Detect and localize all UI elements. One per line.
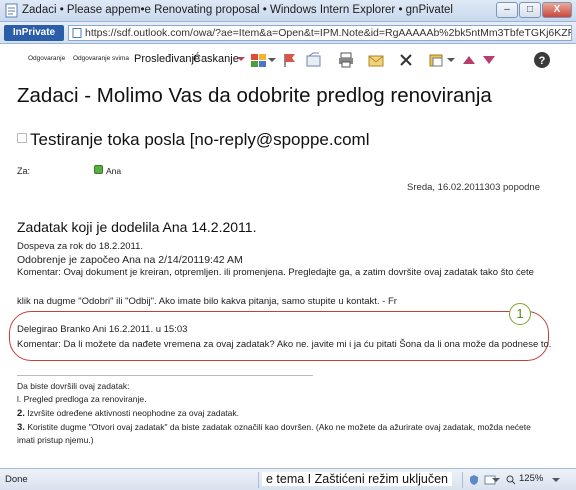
step-3-number: 3. <box>17 422 25 433</box>
flag-icon[interactable] <box>281 51 299 69</box>
sender-checkbox <box>17 133 27 143</box>
message-subject: Zadaci - Molimo Vas da odobrite predlog … <box>17 84 492 107</box>
started-line: Odobrenje je započeo Ana na 2/14/20119:4… <box>17 254 243 266</box>
to-recipient[interactable]: Ana <box>106 166 121 176</box>
svg-text:?: ? <box>539 55 546 67</box>
print-icon[interactable] <box>337 51 355 69</box>
previous-item-icon[interactable] <box>462 54 476 66</box>
step-2: 2. Izvršite određene aktivnosti neophodn… <box>17 408 239 419</box>
step-3-cont: imati pristup njemu.) <box>17 435 94 445</box>
step-3: 3. Koristite dugme "Otvori ovaj zadatak"… <box>17 422 531 433</box>
maximize-button[interactable]: □ <box>519 2 541 18</box>
step-2-number: 2. <box>17 408 25 419</box>
to-label: Za: <box>17 166 31 176</box>
status-bar: Done e tema I Zaštićeni režim uključen 1… <box>0 468 576 490</box>
delegation-comment-line: Komentar: Da li možete da nađete vremena… <box>17 339 552 350</box>
url-text: https://sdf.outlook.com/owa/?ae=Item&a=O… <box>85 27 572 39</box>
status-done-text: Done <box>5 474 28 485</box>
callout-highlight <box>9 311 549 361</box>
delegated-line: Delegirao Branko Ani 16.2.2011. u 15:03 <box>17 324 188 335</box>
step-1: l. Pregled predloga za renoviranje. <box>17 394 147 404</box>
move-to-folder-icon[interactable] <box>428 51 446 69</box>
close-button[interactable]: X <box>542 2 572 18</box>
categories-icon[interactable] <box>250 51 268 69</box>
zoom-icon[interactable] <box>506 475 516 485</box>
protected-mode-icon[interactable] <box>468 474 480 486</box>
unread-icon[interactable] <box>367 51 385 69</box>
steps-intro: Da biste dovršili ovaj zadatak: <box>17 381 130 391</box>
ie-page-icon <box>5 3 18 18</box>
task-title: Zadatak koji je dodelila Ana 14.2.2011. <box>17 219 257 235</box>
url-field[interactable]: https://sdf.outlook.com/owa/?ae=Item&a=O… <box>68 25 572 41</box>
zoom-level[interactable]: 125% <box>519 473 543 484</box>
due-date-line: Dospeva za rok do 18.2.2011. <box>17 241 144 252</box>
step-2-text: Izvršite određene aktivnosti neophodne z… <box>27 408 240 418</box>
dropdown-arrow-icon[interactable] <box>492 476 500 484</box>
window-title: Zadaci • Please appem•e Renovating propo… <box>22 4 453 16</box>
title-bar: Zadaci • Please appem•e Renovating propo… <box>0 0 576 22</box>
categories-dropdown-icon[interactable] <box>268 56 276 64</box>
minimize-button[interactable]: – <box>496 2 518 18</box>
step-3-text: Koristite dugme "Otvori ovaj zadatak" da… <box>27 422 531 432</box>
status-separator <box>462 472 463 488</box>
toolbar: Odgovaranje Odgovaranje svima Prosleđiva… <box>0 44 576 78</box>
next-item-icon[interactable] <box>482 54 496 66</box>
reply-all-button[interactable]: Odgovaranje svima <box>73 55 129 62</box>
message-date: Sreda, 16.02.2011303 popodne <box>407 182 540 193</box>
move-dropdown-icon[interactable] <box>447 56 455 64</box>
delete-icon[interactable] <box>397 51 415 69</box>
zoom-dropdown-icon[interactable] <box>552 476 560 484</box>
comment-line-cont: klik na dugme "Odobri" ili "Odbij". Ako … <box>17 296 397 307</box>
inprivate-badge: InPrivate <box>4 25 64 41</box>
page-icon <box>72 28 82 38</box>
chat-menu-arrow-icon[interactable] <box>236 54 246 64</box>
window-controls: – □ X <box>496 2 572 18</box>
security-zone-text: e tema I Zaštićeni režim uključen <box>262 472 453 486</box>
move-icon[interactable] <box>305 51 323 69</box>
callout-number-badge: 1 <box>509 303 531 325</box>
status-separator <box>258 472 259 488</box>
comment-line: Komentar: Ovaj dokument je kreiran, otpr… <box>17 267 534 278</box>
message-sender: Testiranje toka posla [no-reply@spoppe.c… <box>17 130 370 150</box>
divider <box>17 375 313 376</box>
chat-button[interactable]: Ćaskanje <box>193 53 239 65</box>
forward-button[interactable]: Prosleđivanje <box>134 53 200 65</box>
sender-text: Testiranje toka posla [no-reply@spoppe.c… <box>30 130 370 149</box>
address-bar: InPrivate https://sdf.outlook.com/owa/?a… <box>0 22 576 44</box>
help-icon[interactable]: ? <box>533 51 551 69</box>
contact-status-icon <box>94 165 103 174</box>
reply-button[interactable]: Odgovaranje <box>28 55 65 62</box>
